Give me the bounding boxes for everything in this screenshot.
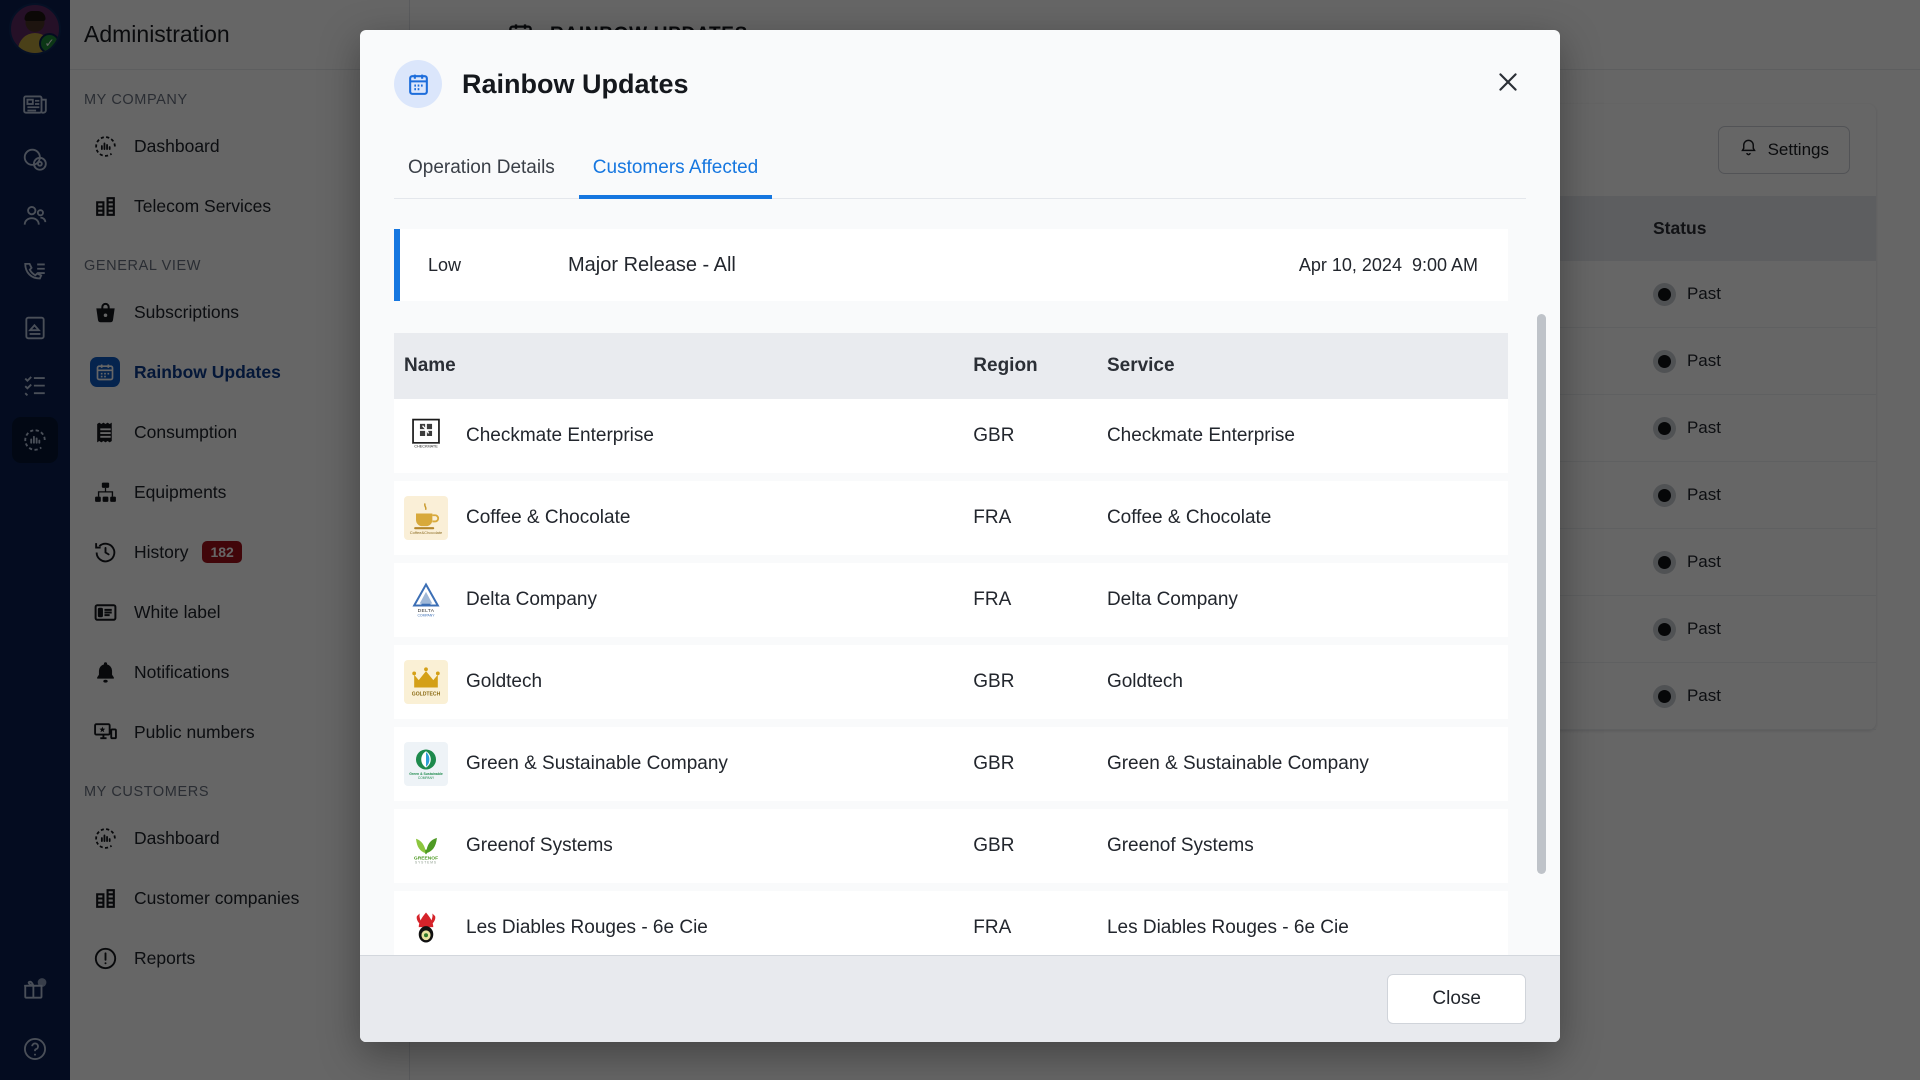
customer-region: GBR xyxy=(973,641,1107,723)
svg-text:CHECKMATE: CHECKMATE xyxy=(414,444,438,448)
customer-service: Les Diables Rouges - 6e Cie xyxy=(1106,887,1508,955)
svg-text:Coffee&Chocolate: Coffee&Chocolate xyxy=(410,530,443,535)
customer-name: Goldtech xyxy=(466,671,543,692)
customer-service: Delta Company xyxy=(1106,559,1508,641)
column-header-service: Service xyxy=(1106,333,1508,399)
column-header-region: Region xyxy=(973,333,1107,399)
table-row[interactable]: GOLDTECH Goldtech GBR Goldtech xyxy=(394,641,1508,723)
customer-logo-greenof: GREENOF SYSTEMS xyxy=(404,824,448,868)
customer-name: Greenof Systems xyxy=(466,835,613,856)
operation-severity: Low xyxy=(428,254,462,275)
modal-scrollbar[interactable] xyxy=(1537,314,1546,874)
customer-name: Green & Sustainable Company xyxy=(466,753,728,774)
table-header-row: Name Region Service xyxy=(394,333,1508,399)
table-row[interactable]: CHECKMATE Checkmate Enterprise GBR Check… xyxy=(394,399,1508,477)
column-header-name: Name xyxy=(394,333,974,399)
table-row[interactable]: Les Diables Rouges - 6e Cie FRA Les Diab… xyxy=(394,887,1508,955)
operation-datetime: Apr 10, 2024 9:00 AM xyxy=(1299,255,1508,276)
rainbow-updates-modal: Rainbow Updates Operation Details Custom… xyxy=(360,30,1560,1042)
customer-logo-green-sustainable: Green & Sustainable COMPANY xyxy=(404,742,448,786)
svg-text:COMPANY: COMPANY xyxy=(417,614,435,618)
customer-service: Coffee & Chocolate xyxy=(1106,477,1508,559)
customer-service: Greenof Systems xyxy=(1106,805,1508,887)
modal-tabs: Operation Details Customers Affected xyxy=(394,156,1526,199)
customer-region: GBR xyxy=(973,399,1107,477)
customer-name: Delta Company xyxy=(466,589,597,610)
customer-service: Checkmate Enterprise xyxy=(1106,399,1508,477)
customer-logo-checkmate: CHECKMATE xyxy=(404,414,448,458)
customer-name: Checkmate Enterprise xyxy=(466,425,654,446)
customer-logo-les-diables-rouges xyxy=(404,906,448,950)
modal-body: Low Major Release - All Apr 10, 2024 9:0… xyxy=(360,199,1560,955)
customer-region: FRA xyxy=(973,559,1107,641)
customer-region: GBR xyxy=(973,805,1107,887)
table-row[interactable]: GREENOF SYSTEMS Greenof Systems GBR Green… xyxy=(394,805,1508,887)
customer-service: Goldtech xyxy=(1106,641,1508,723)
customers-affected-table: Name Region Service CHECKMATE Checkmate xyxy=(394,333,1508,955)
svg-text:GOLDTECH: GOLDTECH xyxy=(412,692,441,698)
customer-logo-delta: DELTA COMPANY xyxy=(404,578,448,622)
tab-operation-details[interactable]: Operation Details xyxy=(394,157,569,199)
modal-header: Rainbow Updates Operation Details Custom… xyxy=(360,30,1560,199)
customer-logo-coffee-chocolate: Coffee&Chocolate xyxy=(404,496,448,540)
customer-service: Green & Sustainable Company xyxy=(1106,723,1508,805)
svg-text:SYSTEMS: SYSTEMS xyxy=(415,861,437,865)
table-row[interactable]: Coffee&Chocolate Coffee & Chocolate FRA … xyxy=(394,477,1508,559)
operation-summary-banner: Low Major Release - All Apr 10, 2024 9:0… xyxy=(394,229,1508,301)
close-button[interactable]: Close xyxy=(1387,974,1526,1024)
modal-scroll-area: Low Major Release - All Apr 10, 2024 9:0… xyxy=(394,199,1526,955)
customer-name: Les Diables Rouges - 6e Cie xyxy=(466,917,708,938)
modal-title: Rainbow Updates xyxy=(462,68,689,99)
tab-customers-affected[interactable]: Customers Affected xyxy=(578,157,773,199)
operation-name: Major Release - All xyxy=(568,253,736,276)
customer-name: Coffee & Chocolate xyxy=(466,507,631,528)
close-icon[interactable] xyxy=(1490,64,1526,100)
operation-time: 9:00 AM xyxy=(1411,254,1478,275)
calendar-icon xyxy=(394,60,442,108)
customer-region: FRA xyxy=(973,477,1107,559)
customer-region: GBR xyxy=(973,723,1107,805)
svg-text:COMPANY: COMPANY xyxy=(418,776,435,780)
customers-table-body: CHECKMATE Checkmate Enterprise GBR Check… xyxy=(394,399,1508,955)
table-row[interactable]: DELTA COMPANY Delta Company FRA Delta Com… xyxy=(394,559,1508,641)
customer-region: FRA xyxy=(973,887,1107,955)
app-root: ✓ xyxy=(0,0,1920,1080)
customer-logo-goldtech: GOLDTECH xyxy=(404,660,448,704)
table-row[interactable]: Green & Sustainable COMPANY Green & Susta… xyxy=(394,723,1508,805)
modal-footer: Close xyxy=(360,955,1560,1042)
operation-date: Apr 10, 2024 xyxy=(1298,254,1402,275)
